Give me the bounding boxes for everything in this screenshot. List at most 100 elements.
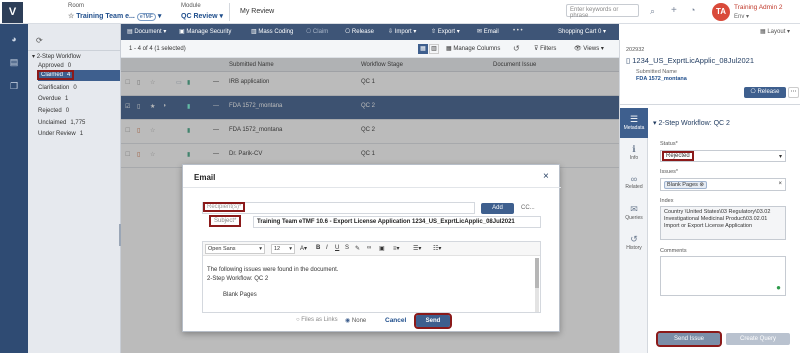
shopping-cart-button[interactable]: Shopping Cart 0 ▾ [558,28,606,35]
tab-history[interactable]: ↺ History [620,234,648,251]
link-icon[interactable]: ∞ [367,245,371,251]
tab-queries[interactable]: ✉ Queries [620,204,648,221]
none-radio[interactable]: ◉ None [345,317,366,324]
export-menu[interactable]: ⇧ Export ▾ [431,28,460,35]
documents-stack-icon[interactable]: ❐ [7,81,21,93]
manage-security-button[interactable]: ▣ Manage Security [179,28,231,35]
text-color-icon[interactable]: A▾ [300,245,307,252]
workflow-root[interactable]: ▾ 2-Step Workflow [32,53,81,60]
scrollbar[interactable] [535,258,539,312]
email-editor: Open Sans ▾ 12 ▾ A▾ B I U S ✎ ∞ ▣ ≡▾ ☰▾ ☷▾… [202,241,541,313]
clear-format-icon[interactable]: ✎ [355,245,360,252]
close-icon[interactable]: × [543,171,549,182]
email-dialog: Email × Recipient(s)* Add CC... Subject*… [182,164,561,332]
create-query-button[interactable]: Create Query [726,333,790,345]
search-input[interactable]: Enter keywords or phrase [566,4,639,19]
doc-title: ▯ 1234_US_ExprtLicApplic_08Jul2021 [626,56,754,65]
nav-item-unclaimed[interactable]: Unclaimed 1,775 [38,120,85,126]
search-icon[interactable]: ⌕ [650,6,655,17]
info-icon: ℹ [632,144,636,154]
issues-select[interactable]: Blank Pages ⊗ × [660,178,786,191]
strikethrough-icon[interactable]: S [345,245,349,251]
status-label: Status* [660,141,678,147]
env-selector[interactable]: Env ▾ [734,13,749,20]
image-icon[interactable]: ▣ [379,245,385,252]
subject-input[interactable]: Training Team eTMF 10.6 - Export License… [253,216,541,228]
document-menu[interactable]: ▤ Document ▾ [127,28,166,35]
send-button[interactable]: Send [414,313,452,329]
files-as-links-radio[interactable]: ○ Files as Links [296,317,338,323]
index-field: Country \United States\03 Regulatory\03.… [660,206,786,240]
history-icon: ↺ [630,234,638,244]
chat-icon: ✉ [630,204,638,214]
index-label: Index [660,198,674,204]
close-icon[interactable]: ⊗ [699,182,704,188]
nav-item-approved[interactable]: Approved 0 [38,63,71,69]
send-issue-button[interactable]: Send Issue [656,331,722,347]
cc-link[interactable]: CC... [521,205,535,211]
module-label: Module [181,3,201,9]
font-size-select[interactable]: 12 ▾ [271,244,295,254]
views-menu[interactable]: 👁 Views ▾ [574,45,604,52]
numbered-list-icon[interactable]: ☷▾ [433,245,441,252]
body-line: Blank Pages [223,292,257,298]
tile-view-icon[interactable]: ▥ [429,44,439,54]
nav-item-overdue[interactable]: Overdue 1 [38,96,68,102]
chevron-down-icon: ▾ [219,13,224,20]
dashboard-icon[interactable]: ◕ [7,34,21,46]
room-tag: eTMF [136,13,156,21]
document-icon[interactable]: ▤ [7,57,21,69]
nav-item-rejected[interactable]: Rejected 0 [38,108,69,114]
release-button[interactable]: ⎔ Release [345,28,374,35]
refresh-icon[interactable]: ⟳ [36,36,43,45]
divider [183,187,561,188]
align-icon[interactable]: ≡▾ [393,245,400,252]
grid-view-icon[interactable]: ▦ [418,44,428,54]
room-label: Room [68,3,85,9]
issue-chip[interactable]: Blank Pages ⊗ [664,181,708,189]
tab-metadata[interactable]: ☰ Metadata [620,114,648,131]
recipients-input[interactable]: Recipient(s)* [202,202,475,214]
add-recipient-button[interactable]: Add [481,203,514,214]
bell-icon[interactable]: ◔ [690,5,695,15]
divider [229,3,230,21]
tab-related[interactable]: ∞ Related [620,174,648,190]
nav-item-clarification[interactable]: Clarification 0 [38,85,77,91]
cancel-button[interactable]: Cancel [385,317,406,324]
nav-item-claimed[interactable]: Claimed 4 [36,70,75,80]
more-icon[interactable]: ⋯ [788,87,799,98]
layout-menu[interactable]: ▦ Layout ▾ [760,28,790,35]
release-button[interactable]: ⎔ Release [744,87,786,98]
manage-columns-button[interactable]: ▦ Manage Columns [446,45,500,52]
plus-icon[interactable]: + [671,5,677,16]
close-icon[interactable]: × [778,181,782,187]
mass-coding-button[interactable]: ▥ Mass Coding [251,28,293,35]
italic-icon[interactable]: I [326,245,328,251]
avatar[interactable]: TA [712,3,730,21]
more-icon[interactable]: • • • [513,28,523,34]
email-button[interactable]: ✉ Email [477,28,499,35]
workflow-header[interactable]: ▾ 2-Step Workflow: QC 2 [653,119,730,127]
status-select[interactable]: Rejected ▾ [660,150,786,162]
list-icon[interactable]: ☰▾ [413,245,421,252]
comments-field[interactable]: ● [660,256,786,296]
room-selector[interactable]: ☆ Training Team e... eTMF ▾ [68,12,161,21]
tab-info[interactable]: ℹ Info [620,144,648,161]
reset-icon[interactable]: ↺ [513,44,520,53]
claim-button[interactable]: ⎔ Claim [306,28,328,35]
import-menu[interactable]: ⇩ Import ▾ [388,28,416,35]
chevron-down-icon: ▾ [778,154,782,160]
user-name[interactable]: Training Admin 2 [734,4,783,11]
filters-button[interactable]: ⊽ Filters [534,45,556,52]
star-icon[interactable]: ☆ [68,13,76,20]
nav-item-under-review[interactable]: Under Review 1 [38,131,83,137]
module-selector[interactable]: QC Review ▾ [181,12,223,20]
app-logo[interactable]: V [2,2,23,23]
font-select[interactable]: Open Sans ▾ [205,244,265,254]
breadcrumb[interactable]: My Review [240,8,274,15]
underline-icon[interactable]: U [335,245,339,251]
grammarly-icon[interactable]: ● [776,283,781,292]
editor-toolbar: Open Sans ▾ 12 ▾ A▾ B I U S ✎ ∞ ▣ ≡▾ ☰▾ ☷▾ [203,242,540,256]
document-detail-panel: 202932 ▯ 1234_US_ExprtLicApplic_08Jul202… [619,40,800,353]
bold-icon[interactable]: B [316,245,320,251]
